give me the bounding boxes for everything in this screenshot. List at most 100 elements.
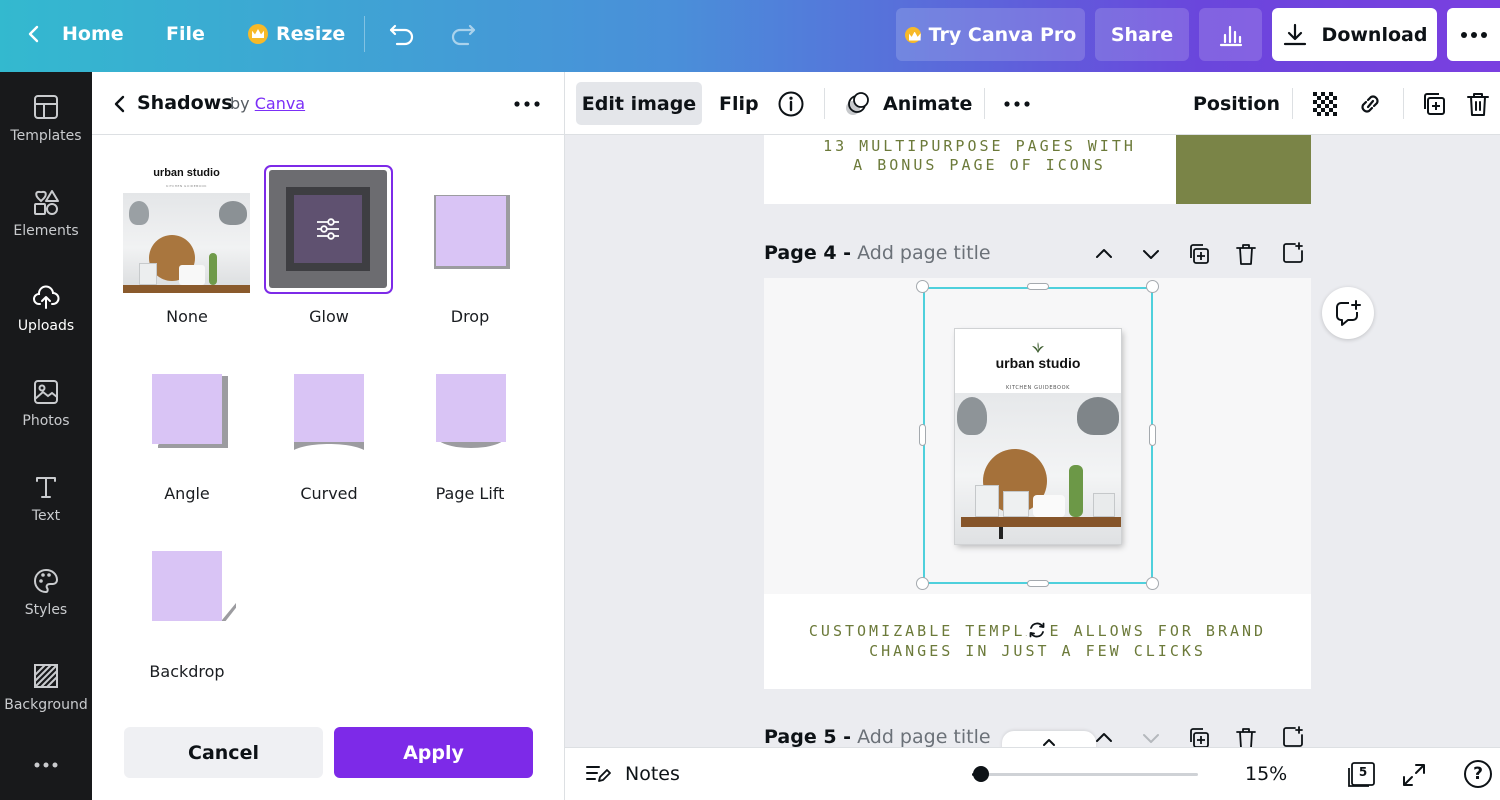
chevron-up-icon[interactable] [1094, 244, 1114, 264]
page-navigator-toggle[interactable] [1002, 731, 1096, 747]
chevron-down-icon[interactable] [1141, 244, 1161, 264]
rail-item-elements[interactable]: Elements [0, 187, 92, 267]
page-count: 5 [1358, 765, 1368, 779]
resize-handle-bottom-left[interactable] [916, 577, 929, 590]
zoom-slider-thumb[interactable] [973, 766, 989, 782]
duplicate-page-icon[interactable] [1187, 726, 1211, 747]
chevron-down-icon [1143, 734, 1159, 743]
page4-text-line2: CHANGES IN JUST A FEW CLICKS [869, 642, 1206, 660]
resize-handle-top-left[interactable] [916, 280, 929, 293]
top-bar: Home File Resize Try Canva Pro Share Dow… [0, 0, 1500, 72]
page-5-title-input[interactable]: Add page title [857, 726, 990, 747]
canva-link[interactable]: Canva [255, 94, 305, 113]
thumb-title: urban studio [153, 167, 220, 179]
delete-page-icon[interactable] [1235, 242, 1257, 266]
preview-square [152, 551, 222, 621]
resize-handle-left[interactable] [919, 424, 926, 446]
shadow-option-glow[interactable] [264, 165, 393, 294]
bowl [179, 265, 205, 285]
selection-box[interactable] [923, 287, 1153, 584]
rail-label: Photos [22, 413, 70, 429]
page-4-title-input[interactable]: Add page title [857, 242, 990, 264]
share-button[interactable]: Share [1095, 8, 1189, 61]
redo-button[interactable] [449, 0, 477, 68]
chevron-up-icon[interactable] [1094, 728, 1114, 747]
shadow-option-drop[interactable] [428, 187, 516, 275]
rail-label: Styles [24, 602, 68, 618]
rail-item-photos[interactable]: Photos [0, 377, 92, 457]
file-menu-button[interactable]: File [166, 0, 205, 68]
shadow-option-label: Curved [300, 484, 358, 503]
delete-button[interactable] [1465, 82, 1491, 125]
more-dots-icon [1004, 100, 1030, 107]
shadows-panel: Shadows by Canva urban studio KITCHEN GU… [92, 72, 565, 800]
page-4[interactable]: urban studio KITCHEN GUIDEBOOK CUSTOMIZA… [764, 278, 1311, 689]
bar-chart-icon [1219, 25, 1242, 46]
zoom-level[interactable]: 15% [1245, 763, 1287, 785]
resize-label: Resize [276, 23, 346, 45]
rail-item-uploads[interactable]: Uploads [0, 282, 92, 362]
resize-handle-top-right[interactable] [1146, 280, 1159, 293]
link-button[interactable] [1356, 82, 1384, 125]
more-dots-icon [1460, 31, 1487, 38]
notes-button[interactable]: Notes [585, 762, 680, 786]
resize-button[interactable]: Resize [248, 0, 345, 68]
help-button[interactable]: ? [1464, 760, 1492, 788]
page3-text-line1: 13 MULTIPURPOSE PAGES WITH [823, 137, 1136, 155]
more-menu-button[interactable] [1447, 8, 1500, 61]
duplicate-page-icon[interactable] [1187, 242, 1211, 266]
topbar-divider [364, 16, 365, 52]
shadow-option-angle[interactable] [148, 370, 236, 458]
duplicate-button[interactable] [1420, 82, 1448, 125]
adjust-sliders-icon[interactable] [313, 214, 343, 244]
shadow-option-backdrop[interactable] [148, 547, 236, 635]
undo-button[interactable] [388, 0, 416, 68]
flip-button[interactable]: Flip [719, 82, 759, 125]
more-options-button[interactable] [1004, 82, 1030, 125]
info-button[interactable] [777, 82, 805, 125]
fullscreen-icon[interactable] [1401, 762, 1427, 788]
insights-button[interactable] [1199, 8, 1262, 61]
edit-image-button[interactable]: Edit image [576, 82, 702, 125]
comment-add-icon [1336, 300, 1361, 326]
animate-button[interactable]: Animate [843, 82, 972, 125]
shadow-option-page-lift[interactable] [432, 370, 520, 458]
help-icon: ? [1473, 764, 1483, 784]
panel-title: Shadows [137, 92, 233, 114]
transparency-button[interactable] [1311, 82, 1339, 125]
shadow-option-curved[interactable] [290, 370, 378, 458]
rail-item-text[interactable]: Text [0, 472, 92, 552]
resize-handle-bottom[interactable] [1027, 580, 1049, 587]
rail-item-background[interactable]: Background [0, 661, 92, 741]
rail-item-templates[interactable]: Templates [0, 92, 92, 172]
page-3[interactable]: 13 MULTIPURPOSE PAGES WITH A BONUS PAGE … [764, 135, 1311, 204]
back-chevron-icon[interactable] [110, 94, 130, 114]
rail-label: Elements [13, 223, 79, 239]
home-button[interactable]: Home [24, 0, 124, 68]
resize-handle-top[interactable] [1027, 283, 1049, 290]
add-comment-button[interactable] [1322, 287, 1374, 339]
cancel-button[interactable]: Cancel [124, 727, 323, 778]
apply-button[interactable]: Apply [334, 727, 533, 778]
resize-handle-bottom-right[interactable] [1146, 577, 1159, 590]
page-grid-button[interactable]: 5 [1347, 760, 1377, 788]
rail-item-styles[interactable]: Styles [0, 566, 92, 646]
rail-item-more[interactable] [0, 760, 92, 790]
transparency-icon [1313, 91, 1337, 116]
rotate-handle[interactable] [1025, 618, 1049, 642]
position-button[interactable]: Position [1193, 82, 1280, 125]
try-canva-pro-button[interactable]: Try Canva Pro [896, 8, 1085, 61]
resize-handle-right[interactable] [1149, 424, 1156, 446]
animate-label: Animate [883, 92, 973, 115]
add-page-icon[interactable] [1281, 241, 1305, 265]
more-dots-icon[interactable] [514, 101, 540, 107]
shadow-option-none[interactable]: urban studio KITCHEN GUIDEBOOK [123, 167, 250, 293]
zoom-slider[interactable] [972, 766, 1198, 782]
home-label: Home [62, 23, 124, 45]
crown-icon [904, 26, 921, 43]
rail-label: Uploads [17, 318, 75, 334]
add-page-icon[interactable] [1281, 725, 1305, 747]
download-button[interactable]: Download [1272, 8, 1437, 61]
delete-page-icon[interactable] [1235, 726, 1257, 747]
page-4-number: Page 4 - [764, 242, 852, 264]
